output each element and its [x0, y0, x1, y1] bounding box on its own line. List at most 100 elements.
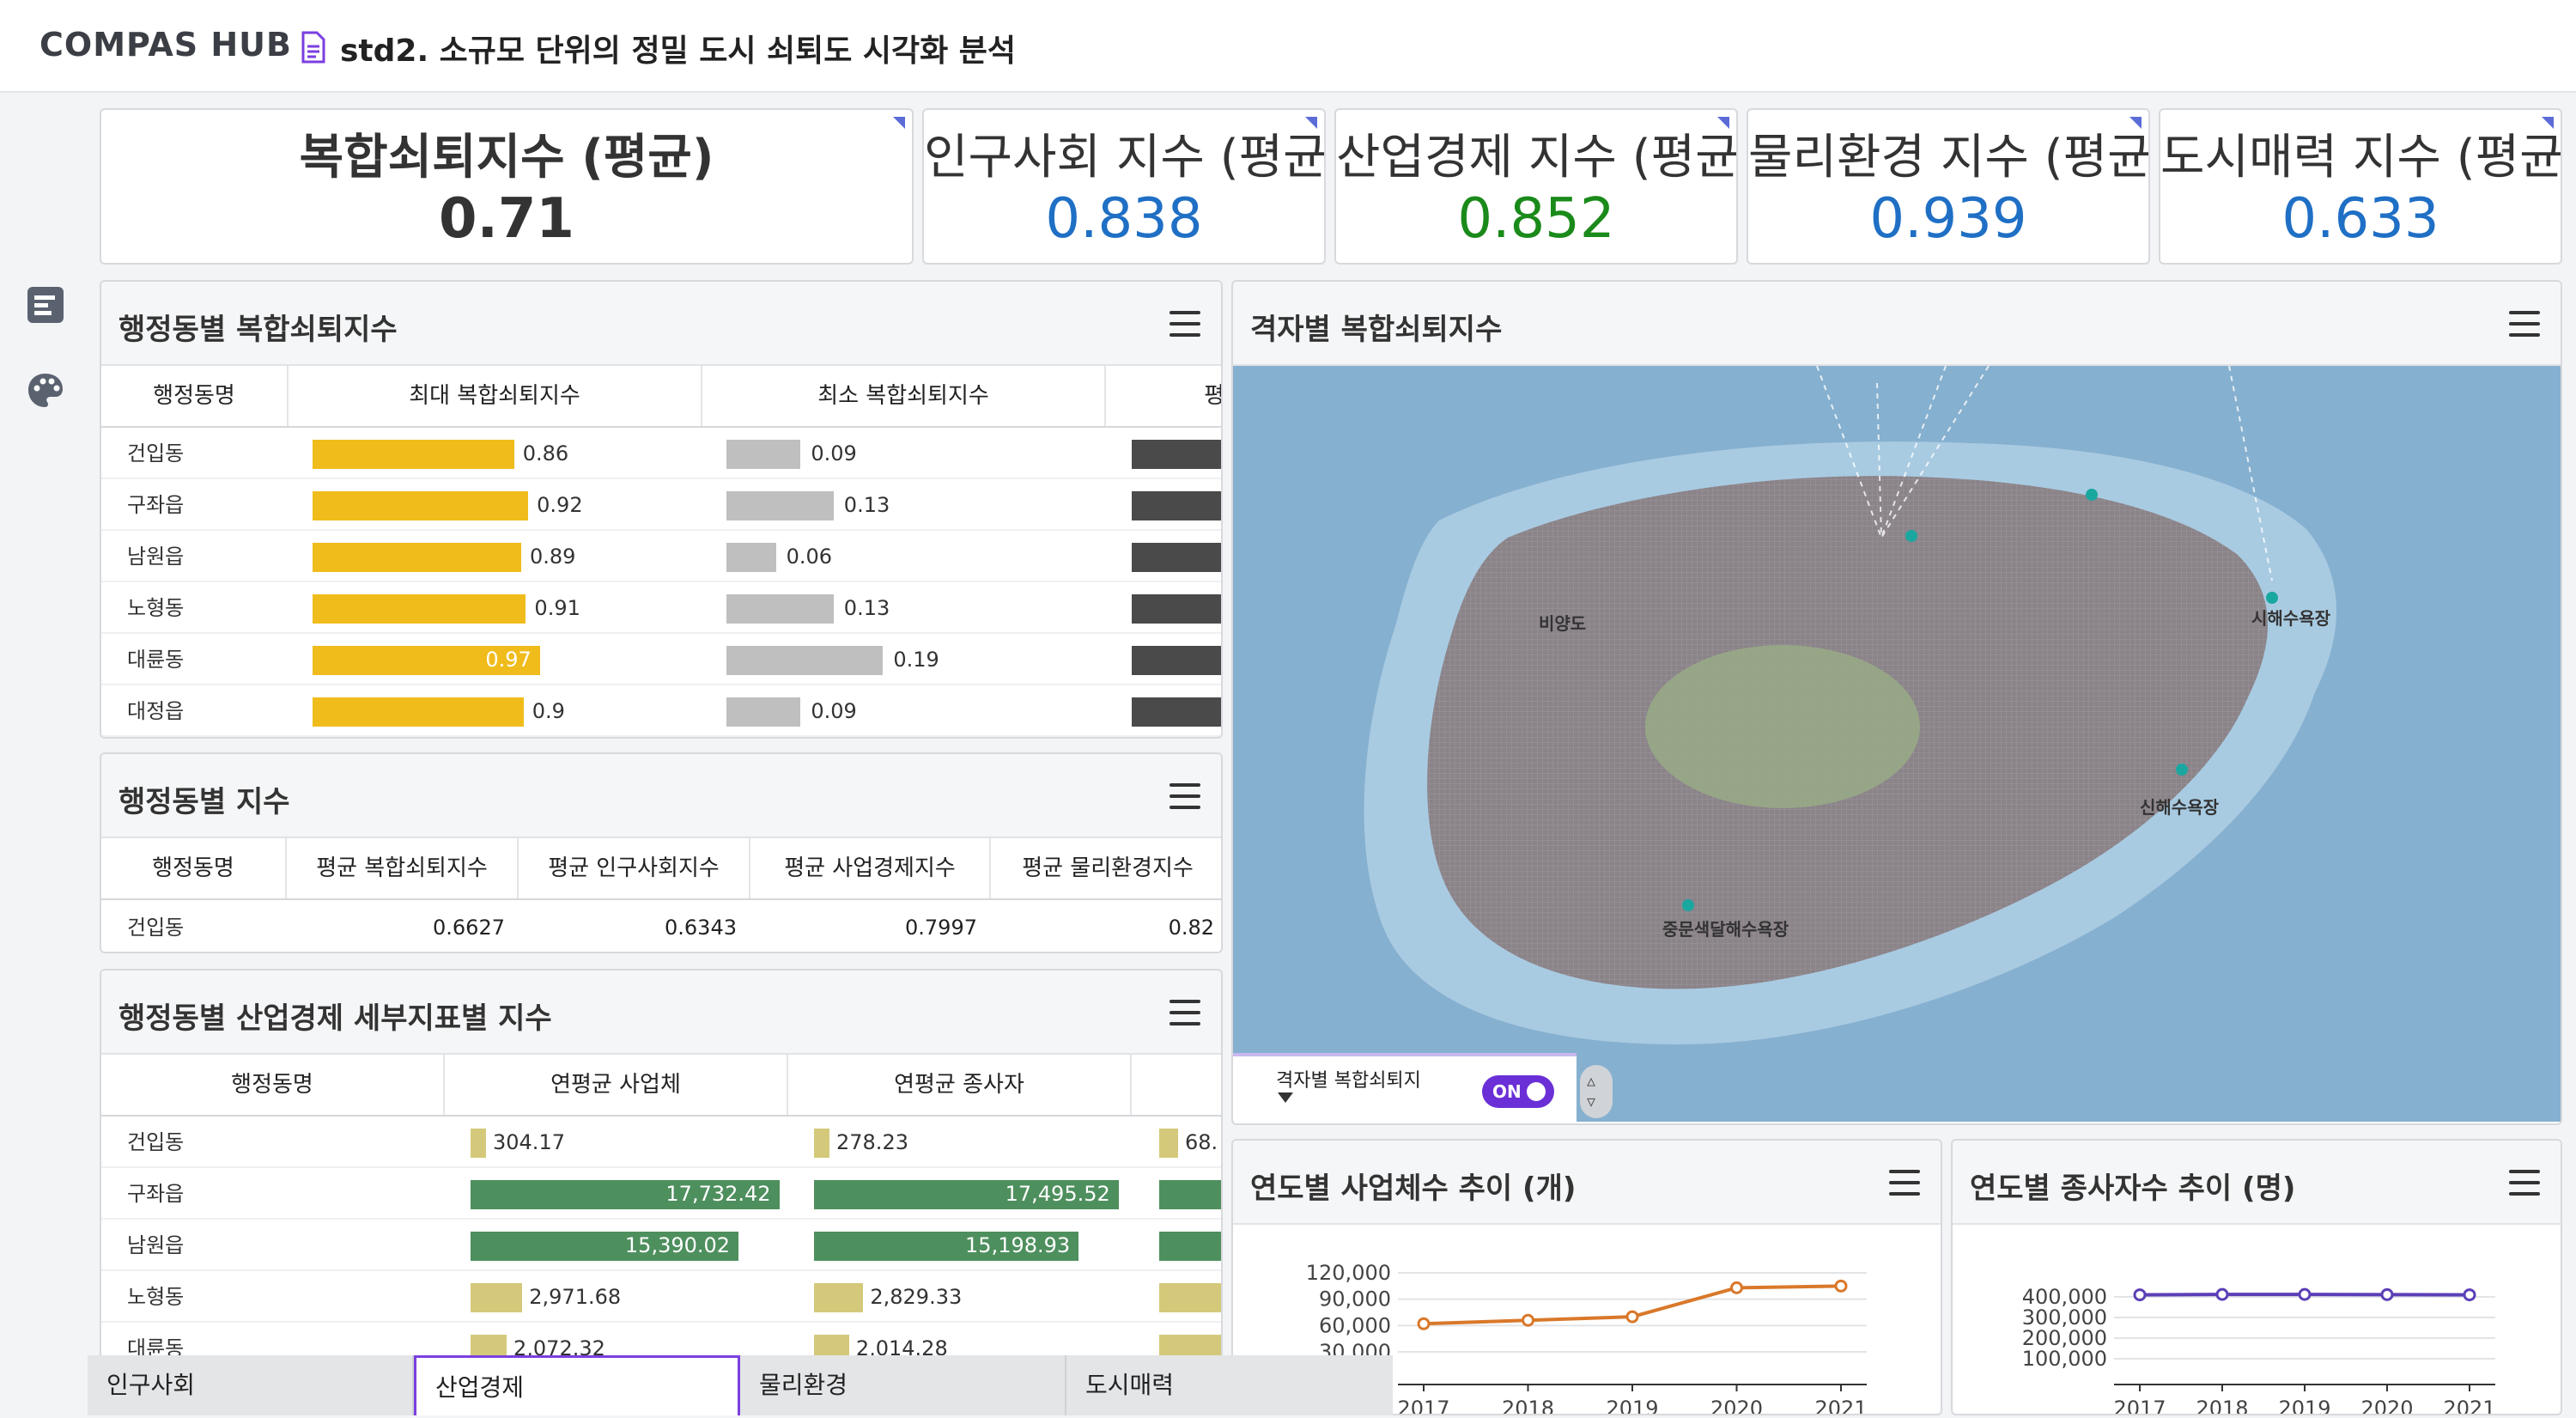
business-label: 304.17 — [493, 1117, 565, 1168]
business-bar[interactable] — [471, 1129, 486, 1158]
layer-label: 격자별 복합쇠퇴지 — [1276, 1065, 1421, 1092]
chevron-up-icon[interactable]: ▵ — [1587, 1070, 1595, 1091]
table-row[interactable]: 남원읍15,390.0215,198.93 — [101, 1220, 1221, 1271]
report-icon[interactable] — [26, 285, 65, 325]
table-row[interactable]: 구좌읍17,732.4217,495.52 — [101, 1168, 1221, 1220]
column-header[interactable]: 최대 복합쇠퇴지수 — [289, 366, 702, 426]
data-point[interactable] — [1836, 1281, 1846, 1291]
max-bar[interactable] — [313, 440, 514, 469]
palette-icon[interactable] — [26, 371, 65, 411]
avg-bar[interactable] — [1132, 594, 1223, 624]
beach-marker-icon[interactable] — [1682, 899, 1694, 911]
min-bar[interactable] — [726, 697, 800, 727]
x-tick-label: 2020 — [2360, 1397, 2413, 1415]
panel-title: 행정동별 지수 — [118, 778, 290, 820]
min-bar[interactable] — [726, 594, 834, 624]
avg-bar[interactable] — [1132, 543, 1223, 572]
x-tick-label: 2018 — [1502, 1397, 1554, 1415]
column-header[interactable]: 평균 인구사회지수 — [519, 838, 750, 898]
layer-stepper[interactable]: ▵ ▿ — [1580, 1065, 1613, 1118]
tab-industry[interactable]: 산업경제 — [414, 1355, 740, 1415]
tab-attractiveness[interactable]: 도시매력 — [1066, 1355, 1393, 1415]
avg-bar[interactable] — [1132, 491, 1223, 520]
table-row[interactable]: 건입동0.860.09 — [101, 428, 1221, 479]
logo[interactable]: COMPAS HUB — [39, 26, 292, 64]
table-row[interactable]: 남원읍0.890.06 — [101, 531, 1221, 582]
menu-icon[interactable] — [1170, 311, 1200, 337]
y-tick-label: 60,000 — [1319, 1313, 1391, 1337]
beach-marker-icon[interactable] — [1905, 530, 1917, 542]
column-header-truncated[interactable] — [1132, 1055, 1223, 1115]
sheet-tabs: 인구사회 산업경제 물리환경 도시매력 — [88, 1355, 1393, 1415]
third-bar[interactable] — [1159, 1232, 1223, 1261]
layer-toggle[interactable]: ON — [1482, 1075, 1554, 1108]
table-row[interactable]: 대륜동0.970.19 — [101, 634, 1221, 685]
avg-bar[interactable] — [1132, 697, 1223, 727]
mountain-area — [1645, 645, 1920, 808]
business-bar[interactable] — [471, 1283, 522, 1312]
menu-icon[interactable] — [1170, 783, 1200, 809]
employee-bar[interactable] — [814, 1129, 829, 1158]
column-header[interactable]: 행정동명 — [101, 1055, 445, 1115]
min-bar[interactable] — [726, 646, 883, 675]
employee-line-chart[interactable]: 400,000300,000200,000100,000201720182019… — [1953, 1225, 2562, 1415]
place-label: 신해수욕장 — [2140, 794, 2219, 819]
table-row[interactable]: 노형동0.910.13 — [101, 582, 1221, 634]
panel-industry-subindicators: 행정동별 산업경제 세부지표별 지수 행정동명 연평균 사업체 연평균 종사자 … — [100, 969, 1223, 1398]
tab-physical[interactable]: 물리환경 — [740, 1355, 1066, 1415]
data-point[interactable] — [2217, 1289, 2227, 1299]
column-header[interactable]: 연평균 종사자 — [788, 1055, 1132, 1115]
district-name: 대륜동 — [127, 634, 184, 685]
data-point[interactable] — [2464, 1290, 2475, 1300]
beach-marker-icon[interactable] — [2086, 489, 2098, 501]
max-bar[interactable] — [313, 697, 524, 727]
third-bar[interactable] — [1159, 1180, 1223, 1209]
menu-icon[interactable] — [2509, 311, 2540, 337]
chevron-down-icon[interactable]: ▿ — [1587, 1091, 1595, 1111]
panel-title: 행정동별 산업경제 세부지표별 지수 — [118, 995, 552, 1037]
map-svg[interactable] — [1233, 366, 2562, 1122]
data-point[interactable] — [1732, 1282, 1742, 1293]
data-point[interactable] — [1627, 1311, 1637, 1322]
employee-bar[interactable] — [814, 1283, 863, 1312]
table-row[interactable]: 노형동2,971.682,829.33 — [101, 1271, 1221, 1323]
table-row[interactable]: 건입동 0.6627 0.6343 0.7997 0.82 — [101, 900, 1221, 953]
beach-marker-icon[interactable] — [2266, 592, 2278, 604]
employee-label: 17,495.52 — [814, 1168, 1110, 1220]
column-header[interactable]: 평균 사업경제지수 — [750, 838, 991, 898]
data-point[interactable] — [2300, 1289, 2310, 1299]
avg-bar[interactable] — [1132, 440, 1223, 469]
max-bar[interactable] — [313, 594, 526, 624]
top-bar: COMPAS HUB std2. 소규모 단위의 정밀 도시 쇠퇴도 시각화 분… — [0, 0, 2576, 93]
column-header[interactable]: 평 — [1106, 366, 1223, 426]
data-point[interactable] — [2135, 1290, 2145, 1300]
max-bar[interactable] — [313, 543, 521, 572]
column-header[interactable]: 행정동명 — [101, 366, 289, 426]
data-point[interactable] — [1523, 1315, 1534, 1325]
table-row[interactable]: 구좌읍0.920.13 — [101, 479, 1221, 531]
column-header[interactable]: 행정동명 — [101, 838, 287, 898]
max-bar[interactable] — [313, 491, 528, 520]
table-row[interactable]: 건입동304.17278.2368. — [101, 1117, 1221, 1168]
beach-marker-icon[interactable] — [2176, 764, 2188, 776]
column-header[interactable]: 평균 복합쇠퇴지수 — [287, 838, 519, 898]
min-label: 0.09 — [811, 428, 856, 479]
min-bar[interactable] — [726, 491, 834, 520]
third-bar[interactable] — [1159, 1283, 1223, 1312]
menu-icon[interactable] — [1170, 1000, 1200, 1025]
column-header[interactable]: 평균 물리환경지수 — [991, 838, 1223, 898]
data-point[interactable] — [1419, 1318, 1429, 1329]
table-row[interactable]: 대정읍0.90.09 — [101, 685, 1221, 737]
map-canvas[interactable]: 비양도 시해수욕장 신해수욕장 중문색달해수욕장 격자별 복합쇠퇴지 ON ▵ … — [1233, 366, 2562, 1122]
tab-social[interactable]: 인구사회 — [88, 1355, 414, 1415]
column-header[interactable]: 연평균 사업체 — [445, 1055, 788, 1115]
max-label: 0.89 — [530, 531, 575, 582]
third-bar[interactable] — [1159, 1129, 1178, 1158]
min-bar[interactable] — [726, 440, 800, 469]
min-bar[interactable] — [726, 543, 776, 572]
data-point[interactable] — [2382, 1289, 2392, 1299]
menu-icon[interactable] — [1889, 1170, 1920, 1196]
column-header[interactable]: 최소 복합쇠퇴지수 — [702, 366, 1106, 426]
menu-icon[interactable] — [2509, 1170, 2540, 1196]
avg-bar[interactable] — [1132, 646, 1223, 675]
